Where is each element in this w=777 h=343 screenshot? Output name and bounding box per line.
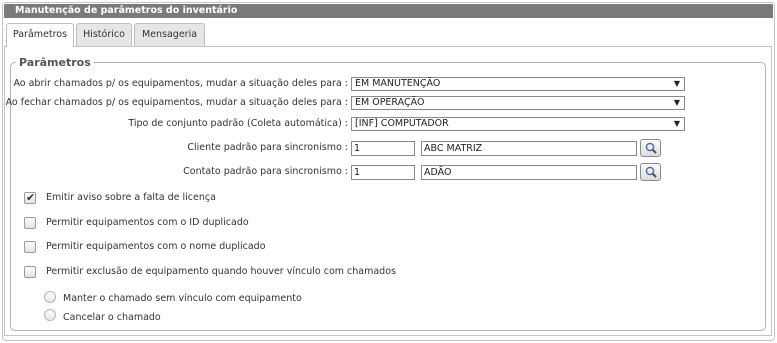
aviso-licenca-checkbox[interactable]	[24, 191, 36, 204]
manter-chamado-label: Manter o chamado sem vínculo com equipam…	[63, 293, 302, 304]
fechar-situacao-value: EM OPERAÇÃO	[355, 97, 425, 108]
abrir-situacao-value: EM MANUTENÇÃO	[355, 78, 441, 89]
nome-duplicado-label: Permitir equipamentos com o nome duplica…	[46, 241, 266, 252]
abrir-label: Ao abrir chamados p/ os equipamentos, mu…	[13, 78, 348, 89]
cliente-label: Cliente padrão para sincronismo :	[187, 142, 348, 153]
contato-label: Contato padrão para sincronismo :	[183, 166, 348, 177]
tipo-conjunto-value: [INF] COMPUTADOR	[355, 118, 449, 129]
chevron-down-icon: ▼	[673, 98, 680, 107]
tab-historico[interactable]: Histórico	[76, 23, 132, 46]
tab-mensageria[interactable]: Mensageria	[134, 23, 205, 46]
tipo-conjunto-label: Tipo de conjunto padrão (Coleta automáti…	[128, 118, 348, 129]
exclusao-vinculo-checkbox[interactable]	[24, 266, 36, 278]
cliente-code-input[interactable]: 1	[351, 141, 415, 156]
id-duplicado-label: Permitir equipamentos com o ID duplicado	[46, 217, 249, 228]
chevron-down-icon: ▼	[673, 119, 680, 128]
cancelar-chamado-label: Cancelar o chamado	[63, 312, 161, 323]
aviso-licenca-label: Emitir aviso sobre a falta de licença	[46, 192, 216, 203]
contato-name-input[interactable]: ADÃO	[421, 165, 637, 180]
contato-search-button[interactable]	[640, 163, 661, 181]
id-duplicado-checkbox[interactable]	[24, 217, 36, 229]
exclusao-vinculo-label: Permitir exclusão de equipamento quando …	[46, 266, 396, 277]
manter-chamado-radio[interactable]	[44, 291, 56, 303]
nome-duplicado-checkbox[interactable]	[24, 241, 36, 253]
magnifier-icon	[645, 166, 657, 178]
tipo-conjunto-select[interactable]: [INF] COMPUTADOR ▼	[351, 117, 685, 131]
cliente-name-input[interactable]: ABC MATRIZ	[421, 141, 637, 156]
window-title: Manutenção de parâmetros do inventário	[4, 4, 773, 18]
cancelar-chamado-radio[interactable]	[44, 309, 56, 321]
abrir-situacao-select[interactable]: EM MANUTENÇÃO ▼	[351, 77, 685, 91]
contato-code-input[interactable]: 1	[351, 165, 415, 180]
fechar-situacao-select[interactable]: EM OPERAÇÃO ▼	[351, 96, 685, 110]
chevron-down-icon: ▼	[673, 79, 680, 88]
cliente-search-button[interactable]	[640, 139, 661, 157]
tab-parametros[interactable]: Parâmetros	[6, 23, 74, 47]
magnifier-icon	[645, 142, 657, 154]
fechar-label: Ao fechar chamados p/ os equipamentos, m…	[5, 97, 348, 108]
fieldset-legend: Parâmetros	[19, 56, 91, 69]
